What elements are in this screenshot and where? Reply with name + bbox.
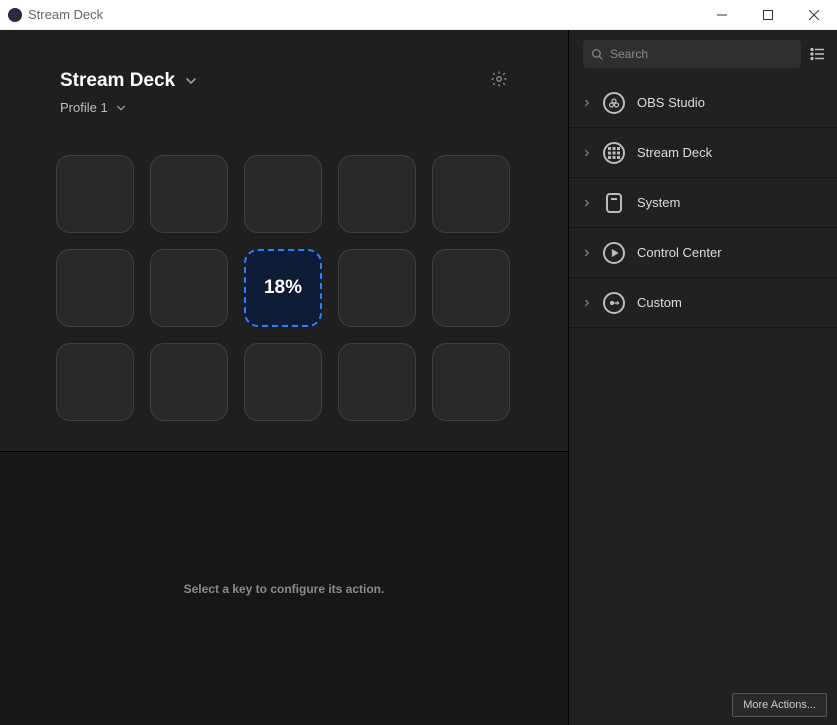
deck-key-7[interactable]: 18% bbox=[244, 249, 322, 327]
category-item[interactable]: OBS Studio bbox=[569, 78, 837, 128]
deck-key-0[interactable] bbox=[56, 155, 134, 233]
grid-icon bbox=[603, 142, 625, 164]
left-column: Stream Deck Profile 1 bbox=[0, 30, 568, 725]
category-label: OBS Studio bbox=[637, 95, 705, 110]
window-title: Stream Deck bbox=[28, 7, 103, 22]
device-selector[interactable]: Stream Deck bbox=[60, 70, 197, 92]
chevron-right-icon bbox=[583, 299, 591, 307]
category-label: Stream Deck bbox=[637, 145, 712, 160]
deck-key-5[interactable] bbox=[56, 249, 134, 327]
category-item[interactable]: Stream Deck bbox=[569, 128, 837, 178]
titlebar-left: Stream Deck bbox=[8, 7, 103, 22]
config-hint: Select a key to configure its action. bbox=[184, 582, 385, 596]
device-name: Stream Deck bbox=[60, 70, 175, 92]
right-column: OBS Studio Stream Deck System Control Cente… bbox=[568, 30, 837, 725]
deck-key-13[interactable] bbox=[338, 343, 416, 421]
category-label: Control Center bbox=[637, 245, 722, 260]
deck-key-6[interactable] bbox=[150, 249, 228, 327]
chevron-down-icon bbox=[116, 103, 126, 113]
category-item[interactable]: System bbox=[569, 178, 837, 228]
footer: More Actions... bbox=[569, 685, 837, 725]
maximize-button[interactable] bbox=[745, 0, 791, 30]
chevron-right-icon bbox=[583, 199, 591, 207]
key-label: 18% bbox=[264, 277, 302, 299]
view-toggle-button[interactable] bbox=[809, 45, 827, 63]
category-item[interactable]: Custom bbox=[569, 278, 837, 328]
deck-key-3[interactable] bbox=[338, 155, 416, 233]
chevron-down-icon bbox=[185, 75, 197, 87]
search-row bbox=[569, 30, 837, 78]
category-item[interactable]: Control Center bbox=[569, 228, 837, 278]
profile-selector[interactable]: Profile 1 bbox=[60, 100, 197, 115]
category-list: OBS Studio Stream Deck System Control Cente… bbox=[569, 78, 837, 328]
key-grid: 18% bbox=[56, 155, 512, 421]
profile-name: Profile 1 bbox=[60, 100, 108, 115]
config-panel: Select a key to configure its action. bbox=[0, 451, 568, 725]
chevron-right-icon bbox=[583, 99, 591, 107]
chevron-right-icon bbox=[583, 249, 591, 257]
header-title-wrap: Stream Deck Profile 1 bbox=[60, 70, 197, 115]
deck-key-14[interactable] bbox=[432, 343, 510, 421]
control-icon bbox=[603, 242, 625, 264]
category-label: Custom bbox=[637, 295, 682, 310]
chevron-right-icon bbox=[583, 149, 591, 157]
deck-key-1[interactable] bbox=[150, 155, 228, 233]
more-actions-button[interactable]: More Actions... bbox=[732, 693, 827, 717]
settings-button[interactable] bbox=[490, 70, 508, 88]
minimize-button[interactable] bbox=[699, 0, 745, 30]
deck-key-12[interactable] bbox=[244, 343, 322, 421]
deck-key-4[interactable] bbox=[432, 155, 510, 233]
header: Stream Deck Profile 1 bbox=[0, 30, 568, 125]
close-button[interactable] bbox=[791, 0, 837, 30]
deck-key-2[interactable] bbox=[244, 155, 322, 233]
key-grid-area: 18% bbox=[0, 125, 568, 451]
obs-icon bbox=[603, 92, 625, 114]
deck-key-11[interactable] bbox=[150, 343, 228, 421]
category-label: System bbox=[637, 195, 680, 210]
titlebar: Stream Deck bbox=[0, 0, 837, 30]
window-controls bbox=[699, 0, 837, 30]
app-body: Stream Deck Profile 1 bbox=[0, 30, 837, 725]
custom-icon bbox=[603, 292, 625, 314]
system-icon bbox=[606, 193, 622, 213]
search-wrap[interactable] bbox=[583, 40, 801, 68]
deck-key-9[interactable] bbox=[432, 249, 510, 327]
search-input[interactable] bbox=[610, 47, 793, 61]
search-icon bbox=[591, 48, 604, 61]
app-icon bbox=[8, 8, 22, 22]
deck-key-10[interactable] bbox=[56, 343, 134, 421]
deck-key-8[interactable] bbox=[338, 249, 416, 327]
